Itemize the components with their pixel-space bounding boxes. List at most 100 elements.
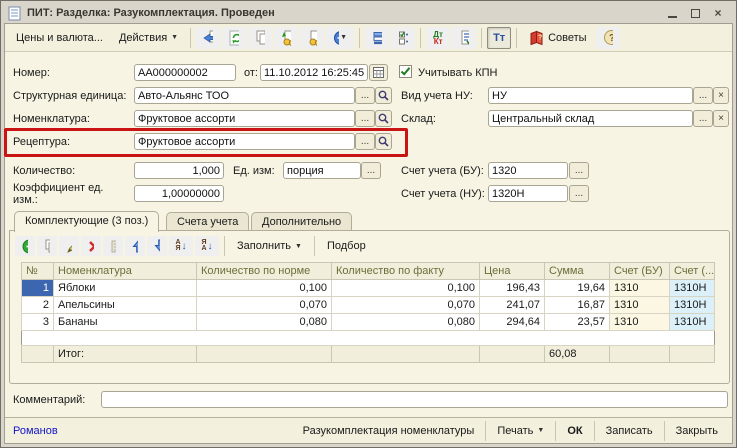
table-total-row: Итог: 60,08 [22, 346, 715, 363]
fill-button[interactable]: Заполнить ▼ [230, 236, 309, 256]
close-button[interactable]: × [711, 6, 725, 20]
warehouse-clear-button[interactable]: × [713, 110, 729, 127]
price-cell[interactable]: 196,43 [480, 280, 545, 297]
save-button[interactable]: Записать [600, 423, 659, 439]
document-report-button[interactable] [452, 27, 476, 49]
prices-currency-button[interactable]: Цены и валюта... [9, 27, 110, 49]
acc-nu-cell[interactable]: 1310Н [670, 314, 715, 331]
doc-type-button[interactable]: Разукомплектация номенклатуры [297, 423, 481, 439]
acc-bu-cell[interactable]: 1310 [610, 314, 670, 331]
row-num-cell[interactable]: 3 [22, 314, 54, 331]
author-link[interactable]: Романов [13, 425, 58, 437]
edit-row-button[interactable] [59, 236, 79, 256]
acc-nu-cell[interactable]: 1310Н [670, 280, 715, 297]
nu-account-type-label: Вид учета НУ: [401, 90, 473, 102]
unit-input[interactable] [283, 162, 361, 179]
structural-unit-input[interactable] [134, 87, 355, 104]
account-nu-select-button[interactable]: ... [569, 185, 589, 202]
quantity-input[interactable] [134, 162, 224, 179]
comment-input[interactable] [101, 391, 728, 408]
col-header-nomenclature: Номенклатура [54, 263, 197, 280]
row-num-cell[interactable]: 1 [22, 280, 54, 297]
recipe-open-button[interactable] [375, 133, 392, 150]
refresh-button[interactable] [222, 27, 246, 49]
add-row-button[interactable] [15, 236, 35, 256]
date-input[interactable] [260, 64, 368, 81]
sort-descending-button[interactable]: ЯА ↓ [195, 236, 219, 256]
qty-norm-cell[interactable]: 0,080 [197, 314, 332, 331]
acc-bu-cell[interactable]: 1310 [610, 280, 670, 297]
magnifier-icon [378, 136, 389, 147]
acc-bu-cell[interactable]: 1310 [610, 297, 670, 314]
maximize-button[interactable] [688, 6, 702, 20]
warehouse-select-button[interactable]: ... [693, 110, 713, 127]
qty-fact-cell[interactable]: 0,080 [332, 314, 480, 331]
document-structure-button[interactable] [365, 27, 389, 49]
kpn-checkbox[interactable] [399, 65, 412, 78]
sum-cell[interactable]: 19,64 [545, 280, 610, 297]
warehouse-input[interactable] [488, 110, 693, 127]
help-icon: ? [603, 29, 613, 46]
minimize-button[interactable] [665, 6, 679, 20]
coefficient-input[interactable] [134, 185, 224, 202]
qty-norm-cell[interactable]: 0,100 [197, 280, 332, 297]
account-bu-input[interactable] [488, 162, 568, 179]
qty-fact-cell[interactable]: 0,070 [332, 297, 480, 314]
unit-select-button[interactable]: ... [361, 162, 381, 179]
nomenclature-input[interactable] [134, 110, 355, 127]
nu-account-type-select-button[interactable]: ... [693, 87, 713, 104]
copy-document-button[interactable] [248, 27, 272, 49]
quantity-label: Количество: [13, 165, 75, 177]
price-cell[interactable]: 294,64 [480, 314, 545, 331]
structural-unit-open-button[interactable] [375, 87, 392, 104]
dt-kt-button[interactable]: Дт Кт [426, 27, 450, 49]
qty-fact-cell[interactable]: 0,100 [332, 280, 480, 297]
tab-components[interactable]: Комплектующие (3 поз.) [14, 211, 159, 232]
nomenclature-cell[interactable]: Яблоки [54, 280, 197, 297]
sum-cell[interactable]: 16,87 [545, 297, 610, 314]
close-icon: × [714, 6, 721, 20]
help-button[interactable]: ? [596, 27, 620, 49]
entries-out-button[interactable] [300, 27, 324, 49]
recipe-select-button[interactable]: ... [355, 133, 375, 150]
tab-additional[interactable]: Дополнительно [251, 212, 352, 231]
calendar-button[interactable] [369, 64, 388, 81]
end-edit-button-disabled[interactable] [103, 236, 123, 256]
nu-account-type-clear-button[interactable]: × [713, 87, 729, 104]
move-down-button[interactable] [147, 236, 167, 256]
col-header-acc-nu: Счет (... [670, 263, 715, 280]
post-document-button[interactable] [196, 27, 220, 49]
delete-row-button[interactable] [81, 236, 101, 256]
nomenclature-open-button[interactable] [375, 110, 392, 127]
ok-button[interactable]: ОК [561, 423, 588, 439]
price-cell[interactable]: 241,07 [480, 297, 545, 314]
nomenclature-cell[interactable]: Апельсины [54, 297, 197, 314]
actions-button[interactable]: Действия ▼ [112, 27, 185, 49]
pick-button[interactable]: Подбор [320, 236, 373, 256]
go-to-button[interactable]: ▼ [326, 27, 354, 49]
row-num-cell[interactable]: 2 [22, 297, 54, 314]
nomenclature-cell[interactable]: Бананы [54, 314, 197, 331]
copy-row-button[interactable] [37, 236, 57, 256]
account-nu-input[interactable] [488, 185, 568, 202]
document-checklist-button[interactable] [391, 27, 415, 49]
recipe-input[interactable] [134, 133, 355, 150]
close-form-button[interactable]: Закрыть [670, 423, 724, 439]
arrow-down-icon [154, 239, 160, 253]
number-input[interactable] [134, 64, 236, 81]
print-button[interactable]: Печать ▼ [491, 423, 550, 439]
move-up-button[interactable] [125, 236, 145, 256]
advice-button[interactable]: ? Советы [522, 27, 593, 49]
qty-norm-cell[interactable]: 0,070 [197, 297, 332, 314]
text-display-toggle-button[interactable]: Тт [487, 27, 511, 49]
col-header-qty-norm: Количество по норме [197, 263, 332, 280]
nomenclature-select-button[interactable]: ... [355, 110, 375, 127]
tab-accounts[interactable]: Счета учета [166, 212, 249, 231]
account-bu-select-button[interactable]: ... [569, 162, 589, 179]
acc-nu-cell[interactable]: 1310Н [670, 297, 715, 314]
nu-account-type-input[interactable] [488, 87, 693, 104]
sum-cell[interactable]: 23,57 [545, 314, 610, 331]
entries-in-button[interactable] [274, 27, 298, 49]
sort-ascending-button[interactable]: АЯ ↓ [169, 236, 193, 256]
structural-unit-select-button[interactable]: ... [355, 87, 375, 104]
